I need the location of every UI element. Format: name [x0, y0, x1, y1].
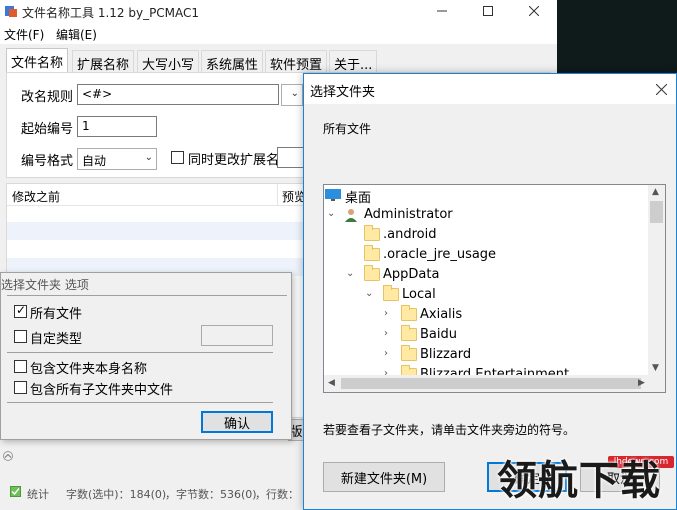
chevron-down-icon: ⌄	[144, 152, 153, 163]
folder-icon	[364, 225, 380, 241]
tree-item-label: Local	[402, 287, 436, 302]
options-ok-label: 确认	[223, 416, 250, 432]
folder-dialog: 选择文件夹 所有文件 桌面 ⌄ Administrator .android .…	[303, 73, 677, 510]
check-square-icon[interactable]	[10, 486, 21, 497]
scroll-thumb[interactable]	[650, 201, 663, 223]
tab-presets[interactable]: 软件预置	[265, 50, 328, 73]
number-format-select[interactable]: 自动 ⌄	[77, 148, 157, 170]
number-format-value: 自动	[82, 154, 107, 168]
tree-item-label: 桌面	[345, 191, 372, 206]
scroll-up-icon[interactable]: ▲	[652, 187, 659, 197]
divider	[7, 295, 287, 296]
number-format-label: 编号格式	[21, 154, 74, 169]
background-desktop	[557, 0, 677, 74]
dialog-title: 选择文件夹	[310, 85, 376, 100]
tree-item-label: Baidu	[420, 327, 457, 342]
tree-item-label: Administrator	[364, 207, 453, 222]
folder-icon	[383, 285, 399, 301]
status-chars: 字数(选中)：184(0)	[66, 488, 167, 501]
tree-item-label: .android	[383, 227, 437, 242]
tree-vertical-scrollbar[interactable]: ▲ ▼	[648, 185, 665, 377]
tab-case[interactable]: 大写小写	[137, 50, 200, 73]
scroll-right-icon[interactable]: ▶	[638, 378, 645, 388]
include-folder-name-label: 包含文件夹本身名称	[30, 362, 148, 377]
include-folder-name-checkbox[interactable]	[14, 360, 27, 373]
chevron-right-icon[interactable]: ›	[384, 348, 396, 359]
start-number-label: 起始编号	[21, 122, 74, 137]
folder-icon	[401, 345, 417, 361]
tree-horizontal-scrollbar[interactable]: ◀ ▶	[324, 375, 665, 392]
tree-item-label: AppData	[383, 267, 440, 282]
include-subfolder-label: 包含所有子文件夹中文件	[30, 383, 174, 398]
chevron-down-icon: ⌄	[290, 88, 299, 99]
rename-rule-label: 改名规则	[21, 90, 74, 105]
chevron-down-icon[interactable]: ⌄	[346, 268, 358, 279]
dialog-titlebar[interactable]: 选择文件夹	[304, 74, 676, 104]
options-popup: 选择文件夹 选项 所有文件 自定类型 包含文件夹本身名称 包含所有子文件夹中文件…	[0, 272, 292, 440]
chevron-down-icon[interactable]: ⌄	[365, 288, 377, 299]
divider	[7, 352, 273, 353]
new-folder-button[interactable]: 新建文件夹(M)	[323, 462, 445, 492]
all-files-label: 所有文件	[30, 307, 83, 322]
minimize-button[interactable]	[419, 0, 465, 22]
status-lines: ，行数：	[255, 488, 299, 501]
close-button[interactable]	[511, 0, 557, 22]
all-files-checkbox[interactable]	[14, 303, 27, 318]
scroll-thumb[interactable]	[341, 378, 641, 389]
new-folder-label: 新建文件夹(M)	[340, 471, 428, 487]
chevron-right-icon[interactable]: ›	[384, 328, 396, 339]
status-bytes: ，字节数：536(0)	[165, 488, 257, 501]
custom-type-checkbox[interactable]	[14, 330, 27, 343]
dialog-subtitle: 所有文件	[323, 122, 372, 136]
dialog-close-button[interactable]	[646, 74, 676, 104]
change-ext-input[interactable]	[277, 147, 305, 168]
maximize-button[interactable]	[465, 0, 511, 22]
divider	[7, 402, 273, 403]
tab-attributes[interactable]: 系统属性	[201, 50, 264, 73]
tree-item-label: .oracle_jre_usage	[383, 247, 497, 262]
change-ext-checkbox[interactable]	[171, 151, 184, 164]
window-title: 文件名称工具 1.12 by_PCMAC1	[22, 6, 200, 20]
folder-icon	[364, 245, 380, 261]
start-number-input[interactable]: 1	[77, 116, 157, 137]
col-before[interactable]: 修改之前	[12, 188, 60, 205]
watermark-logo: 领航下载	[497, 457, 661, 504]
custom-type-input[interactable]	[201, 325, 273, 346]
options-title: 选择文件夹 选项	[1, 278, 89, 292]
close-icon	[529, 6, 539, 16]
scroll-left-icon[interactable]: ◀	[328, 378, 335, 388]
rename-rule-input[interactable]: <#>	[77, 84, 279, 105]
custom-type-label: 自定类型	[30, 332, 83, 347]
tab-filename[interactable]: 文件名称	[6, 48, 69, 72]
tree-item-label: Axialis	[420, 307, 463, 322]
change-ext-label: 同时更改扩展名	[188, 153, 280, 168]
user-icon	[345, 209, 357, 222]
status-label: 统计	[27, 488, 49, 501]
close-icon	[655, 83, 667, 95]
chevron-right-icon[interactable]: ›	[384, 308, 396, 319]
main-titlebar[interactable]: 文件名称工具 1.12 by_PCMAC1	[0, 0, 557, 22]
dialog-hint: 若要查看子文件夹，请单击文件夹旁边的符号。	[323, 423, 576, 437]
options-ok-button[interactable]: 确认	[201, 411, 273, 433]
tab-about[interactable]: 关于...	[329, 50, 378, 73]
folder-icon	[401, 305, 417, 321]
folder-tree[interactable]: 桌面 ⌄ Administrator .android .oracle_jre_…	[323, 184, 666, 393]
tree-item-label: Blizzard	[420, 347, 472, 362]
scroll-down-icon[interactable]: ▼	[652, 363, 659, 373]
folder-icon	[364, 265, 380, 281]
menu-file[interactable]: 文件(F)	[4, 26, 44, 43]
app-icon	[5, 6, 17, 17]
col-separator[interactable]	[277, 184, 278, 206]
menu-edit[interactable]: 编辑(E)	[56, 26, 97, 43]
menubar: 文件(F) 编辑(E)	[0, 22, 557, 44]
tab-extension[interactable]: 扩展名称	[72, 50, 135, 73]
desktop-icon	[325, 189, 341, 201]
folder-icon	[401, 325, 417, 341]
maximize-icon	[483, 6, 493, 16]
chevron-down-icon[interactable]: ⌄	[327, 208, 339, 219]
collapse-up-icon[interactable]	[2, 451, 14, 461]
rename-rule-dropdown[interactable]: ⌄	[281, 84, 303, 106]
include-subfolder-checkbox[interactable]	[14, 381, 27, 394]
minimize-icon	[437, 10, 447, 12]
